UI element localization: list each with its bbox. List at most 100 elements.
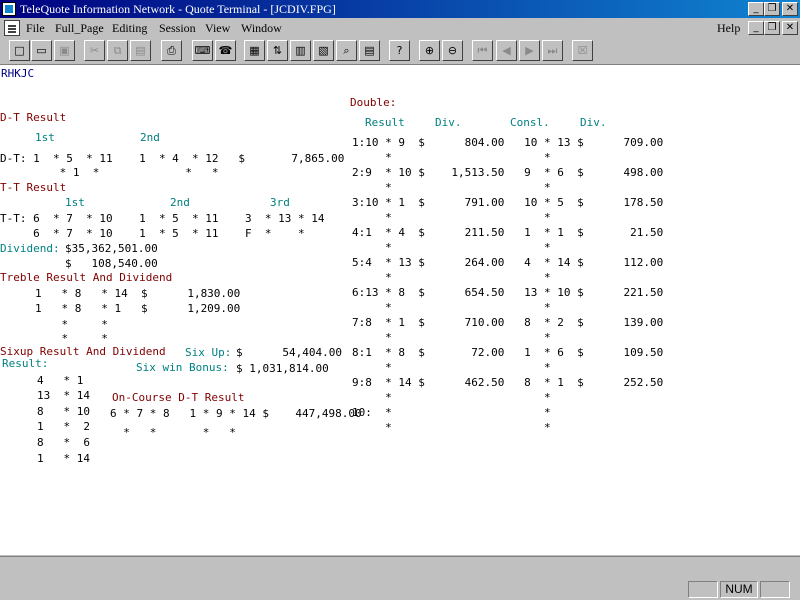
double-row: 7:8 * 1 $ 710.00 8 * 2 $ 139.00 (352, 316, 664, 329)
copy-icon[interactable]: ⧉ (107, 40, 128, 61)
toolbar: □ ▭ ▣ ✂ ⧉ ▤ ⎙ ⌨ ☎ ▦ ⇅ ▥ ▧ ⌕ ▤? ⊕ ⊖ ⏮ ◀ ▶ ⏭ ☒ (0, 38, 800, 65)
grid-icon[interactable]: ▦ (244, 40, 265, 61)
keyboard-icon[interactable]: ⌨ (192, 40, 213, 61)
double-row-sub: * * (352, 331, 551, 344)
double-header-consl: Consl. (510, 116, 550, 129)
tt-row-1: T-T: 6 * 7 * 10 1 * 5 * 11 3 * 13 * 14 (0, 212, 325, 225)
new-document-icon[interactable]: □ (9, 40, 30, 61)
prev-page-icon[interactable]: ◀ (496, 40, 517, 61)
paste-icon[interactable]: ▤ (130, 40, 151, 61)
sixup-line-3: 8 * 10 (37, 405, 90, 418)
page-code: RHKJC (1, 67, 35, 80)
six-win-bonus-label: Six win Bonus: (136, 361, 229, 374)
double-row: 10: * * (352, 406, 551, 419)
double-row-sub: * * (352, 211, 551, 224)
double-row-sub: * * (352, 421, 551, 434)
six-win-bonus-value: $ 1,031,814.00 (236, 362, 329, 375)
treble-title: Treble Result And Dividend (0, 271, 173, 284)
sixup-value: $ 54,404.00 (236, 346, 342, 359)
tt-row-2: 6 * 7 * 10 1 * 5 * 11 F * * (0, 227, 305, 240)
zoom-in-icon[interactable]: ⊕ (419, 40, 440, 61)
dt-title: D-T Result (0, 111, 67, 124)
table-icon[interactable]: ▤ (359, 40, 380, 61)
chart-icon[interactable]: ▥ (290, 40, 311, 61)
status-bar: NUM (0, 578, 800, 600)
sixup-line-2: 13 * 14 (37, 389, 90, 402)
double-row: 4:1 * 4 $ 211.50 1 * 1 $ 21.50 (352, 226, 664, 239)
double-row-sub: * * (352, 151, 551, 164)
tt-dividend-1: $35,362,501.00 (65, 242, 158, 255)
double-row: 1:10 * 9 $ 804.00 10 * 13 $ 709.00 (352, 136, 664, 149)
sixup-line-4: 1 * 2 (37, 420, 90, 433)
close-button[interactable]: ✕ (782, 2, 798, 16)
next-page-icon[interactable]: ▶ (519, 40, 540, 61)
double-header-div2: Div. (580, 116, 607, 129)
treble-row-3: * * (35, 318, 108, 331)
dt-header-2nd: 2nd (140, 131, 160, 144)
app-icon[interactable] (2, 2, 16, 16)
double-row-sub: * * (352, 241, 551, 254)
double-row-sub: * * (352, 391, 551, 404)
last-page-icon[interactable]: ⏭ (542, 40, 563, 61)
ticker-icon[interactable]: ⇅ (267, 40, 288, 61)
double-row: 5:4 * 13 $ 264.00 4 * 14 $ 112.00 (352, 256, 664, 269)
tt-dividend-label: Dividend: (0, 242, 60, 255)
menu-editing[interactable]: Editing (112, 21, 147, 36)
double-row: 3:10 * 1 $ 791.00 10 * 5 $ 178.50 (352, 196, 664, 209)
sixup-label: Six Up: (185, 346, 232, 359)
message-bar (0, 556, 800, 579)
close-page-icon[interactable]: ☒ (572, 40, 593, 61)
save-icon[interactable]: ▣ (54, 40, 75, 61)
document-menu-icon[interactable] (4, 20, 20, 36)
sixup-result-label: Result: (2, 357, 49, 370)
double-row-sub: * * (352, 271, 551, 284)
first-page-icon[interactable]: ⏮ (472, 40, 493, 61)
tt-dividend-2: $ 108,540.00 (65, 257, 158, 270)
dt-row-1: D-T: 1 * 5 * 11 1 * 4 * 12 $ 7,865.00 (0, 152, 345, 165)
status-panel-scroll (760, 581, 790, 598)
dt-row-2: * 1 * * * (0, 166, 219, 179)
oncourse-title: On-Course D-T Result (112, 391, 245, 404)
double-row: 2:9 * 10 $ 1,513.50 9 * 6 $ 498.00 (352, 166, 664, 179)
phone-icon[interactable]: ☎ (215, 40, 236, 61)
print-icon[interactable]: ⎙ (161, 40, 182, 61)
menu-bar: File Full_Page Editing Session View Wind… (0, 18, 800, 38)
menu-window[interactable]: Window (241, 21, 282, 36)
double-header-result: Result (365, 116, 405, 129)
double-row-sub: * * (352, 181, 551, 194)
cut-icon[interactable]: ✂ (84, 40, 105, 61)
menu-session[interactable]: Session (159, 21, 196, 36)
menu-full-page[interactable]: Full_Page (55, 21, 104, 36)
quote-page: RHKJC D-T Result 1st 2nd D-T: 1 * 5 * 11… (0, 65, 800, 555)
menu-view[interactable]: View (205, 21, 230, 36)
title-bar: TeleQuote Information Network - Quote Te… (0, 0, 800, 18)
double-row: 9:8 * 14 $ 462.50 8 * 1 $ 252.50 (352, 376, 664, 389)
doc-close-button[interactable]: ✕ (782, 21, 798, 35)
treble-row-1: 1 * 8 * 14 $ 1,830.00 (35, 287, 241, 300)
inspect-icon[interactable]: ⌕ (336, 40, 357, 61)
zoom-out-icon[interactable]: ⊖ (442, 40, 463, 61)
tt-header-1st: 1st (65, 196, 85, 209)
treble-row-2: 1 * 8 * 1 $ 1,209.00 (35, 302, 241, 315)
double-row-sub: * * (352, 301, 551, 314)
tt-title: T-T Result (0, 181, 67, 194)
menu-file[interactable]: File (26, 21, 45, 36)
restore-button[interactable]: ❐ (764, 2, 780, 16)
status-num: NUM (720, 581, 758, 598)
minimize-button[interactable]: _ (748, 2, 764, 16)
oncourse-row-2: * * * * (110, 426, 236, 439)
window-title: TeleQuote Information Network - Quote Te… (20, 2, 336, 16)
tt-header-2nd: 2nd (170, 196, 190, 209)
menu-help[interactable]: Help (717, 21, 740, 36)
double-row: 6:13 * 8 $ 654.50 13 * 10 $ 221.50 (352, 286, 664, 299)
help-icon[interactable]: ? (389, 40, 410, 61)
doc-restore-button[interactable]: ❐ (764, 21, 780, 35)
double-row-sub: * * (352, 361, 551, 374)
live-icon[interactable]: ▧ (313, 40, 334, 61)
double-row: 8:1 * 8 $ 72.00 1 * 6 $ 109.50 (352, 346, 664, 359)
open-folder-icon[interactable]: ▭ (31, 40, 52, 61)
tt-header-3rd: 3rd (270, 196, 290, 209)
treble-row-4: * * (35, 332, 108, 345)
double-header-div: Div. (435, 116, 462, 129)
doc-minimize-button[interactable]: _ (748, 21, 764, 35)
